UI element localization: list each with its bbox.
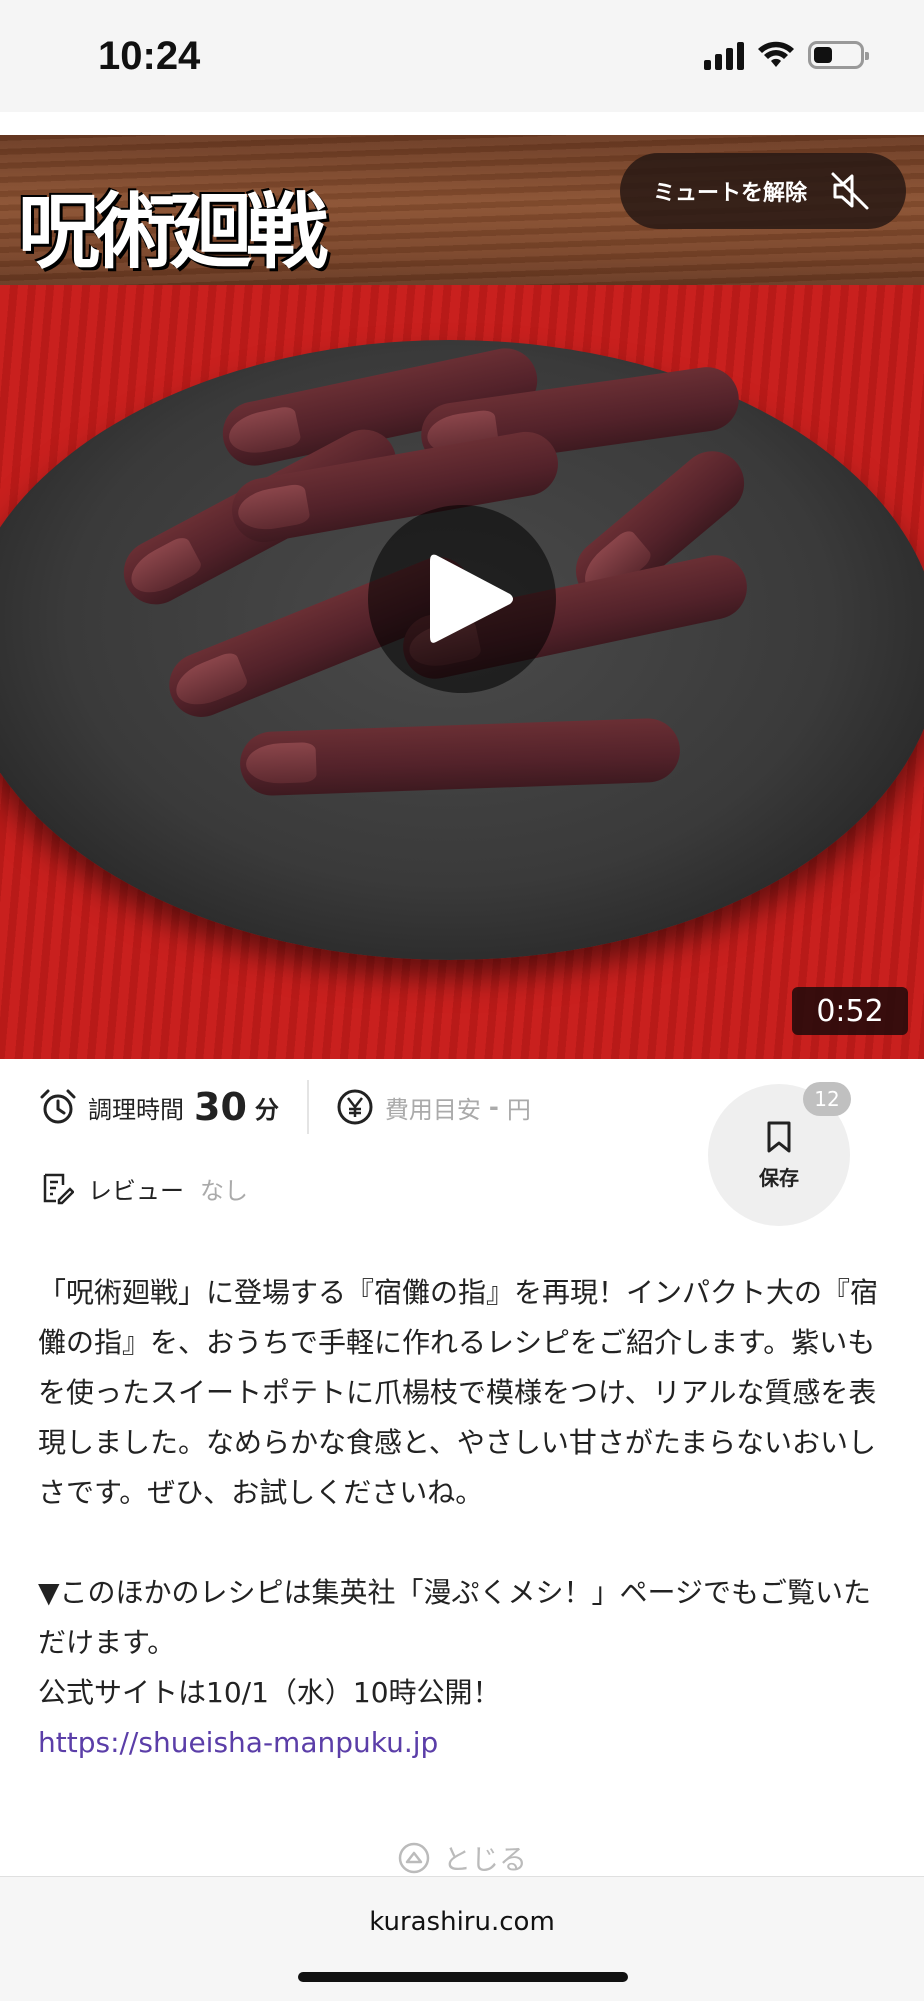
alarm-clock-icon bbox=[40, 1089, 76, 1124]
close-description-button[interactable]: とじる bbox=[0, 1838, 924, 1878]
home-indicator[interactable] bbox=[298, 1972, 628, 1982]
review-row[interactable]: レビュー なし bbox=[40, 1168, 248, 1208]
bookmark-icon bbox=[767, 1121, 791, 1152]
cook-time-label: 調理時間 bbox=[88, 1095, 184, 1124]
cost-value: - bbox=[488, 1093, 499, 1121]
yen-icon bbox=[337, 1089, 373, 1125]
review-note-icon bbox=[43, 1173, 74, 1205]
browser-address-bar[interactable]: kurashiru.com bbox=[0, 1876, 924, 2001]
cook-time-value: 30 bbox=[194, 1085, 247, 1129]
meta-divider bbox=[306, 1080, 309, 1134]
video-duration: 0:52 bbox=[792, 987, 908, 1035]
status-time: 10:24 bbox=[98, 34, 201, 78]
cost-unit: 円 bbox=[506, 1095, 531, 1124]
browser-domain[interactable]: kurashiru.com bbox=[0, 1907, 924, 1937]
play-icon bbox=[430, 554, 513, 643]
close-label: とじる bbox=[442, 1843, 527, 1876]
recipe-meta-row: 調理時間 30 分 費用目安 - 円 bbox=[38, 1080, 531, 1134]
recipe-video[interactable]: 呪術廻戦 ミュートを解除 0:52 bbox=[0, 135, 924, 1059]
speaker-muted-icon bbox=[831, 172, 869, 210]
cellular-signal-icon bbox=[704, 40, 744, 70]
wifi-icon bbox=[758, 41, 794, 67]
save-count-badge: 12 bbox=[803, 1082, 851, 1116]
battery-icon bbox=[808, 41, 869, 69]
unmute-button[interactable]: ミュートを解除 bbox=[620, 153, 906, 229]
status-icons bbox=[704, 40, 869, 70]
save-label: 保存 bbox=[759, 1165, 799, 1190]
recipe-description: 「呪術廻戦」に登場する『宿儺の指』を再現！インパクト大の『宿儺の指』を、おうちで… bbox=[38, 1268, 888, 1768]
play-button[interactable] bbox=[368, 505, 556, 693]
description-paragraph: 公式サイトは10/1（水）10時公開！ bbox=[38, 1676, 501, 1709]
description-paragraph: 「呪術廻戦」に登場する『宿儺の指』を再現！インパクト大の『宿儺の指』を、おうちで… bbox=[38, 1276, 879, 1509]
description-paragraph: ▼このほかのレシピは集英社「漫ぷくメシ！」ページでもご覧いただけます。 bbox=[38, 1576, 871, 1659]
review-label: レビュー bbox=[88, 1176, 184, 1205]
chevron-up-circle-icon bbox=[398, 1842, 430, 1874]
official-site-link[interactable]: https://shueisha-manpuku.jp bbox=[38, 1726, 438, 1759]
jujutsu-kaisen-logo: 呪術廻戦 bbox=[18, 184, 328, 280]
status-bar: 10:24 bbox=[0, 0, 924, 112]
unmute-label: ミュートを解除 bbox=[652, 181, 807, 206]
cook-time-unit: 分 bbox=[254, 1095, 279, 1124]
cost-label: 費用目安 bbox=[384, 1095, 481, 1124]
review-value: なし bbox=[200, 1176, 248, 1205]
